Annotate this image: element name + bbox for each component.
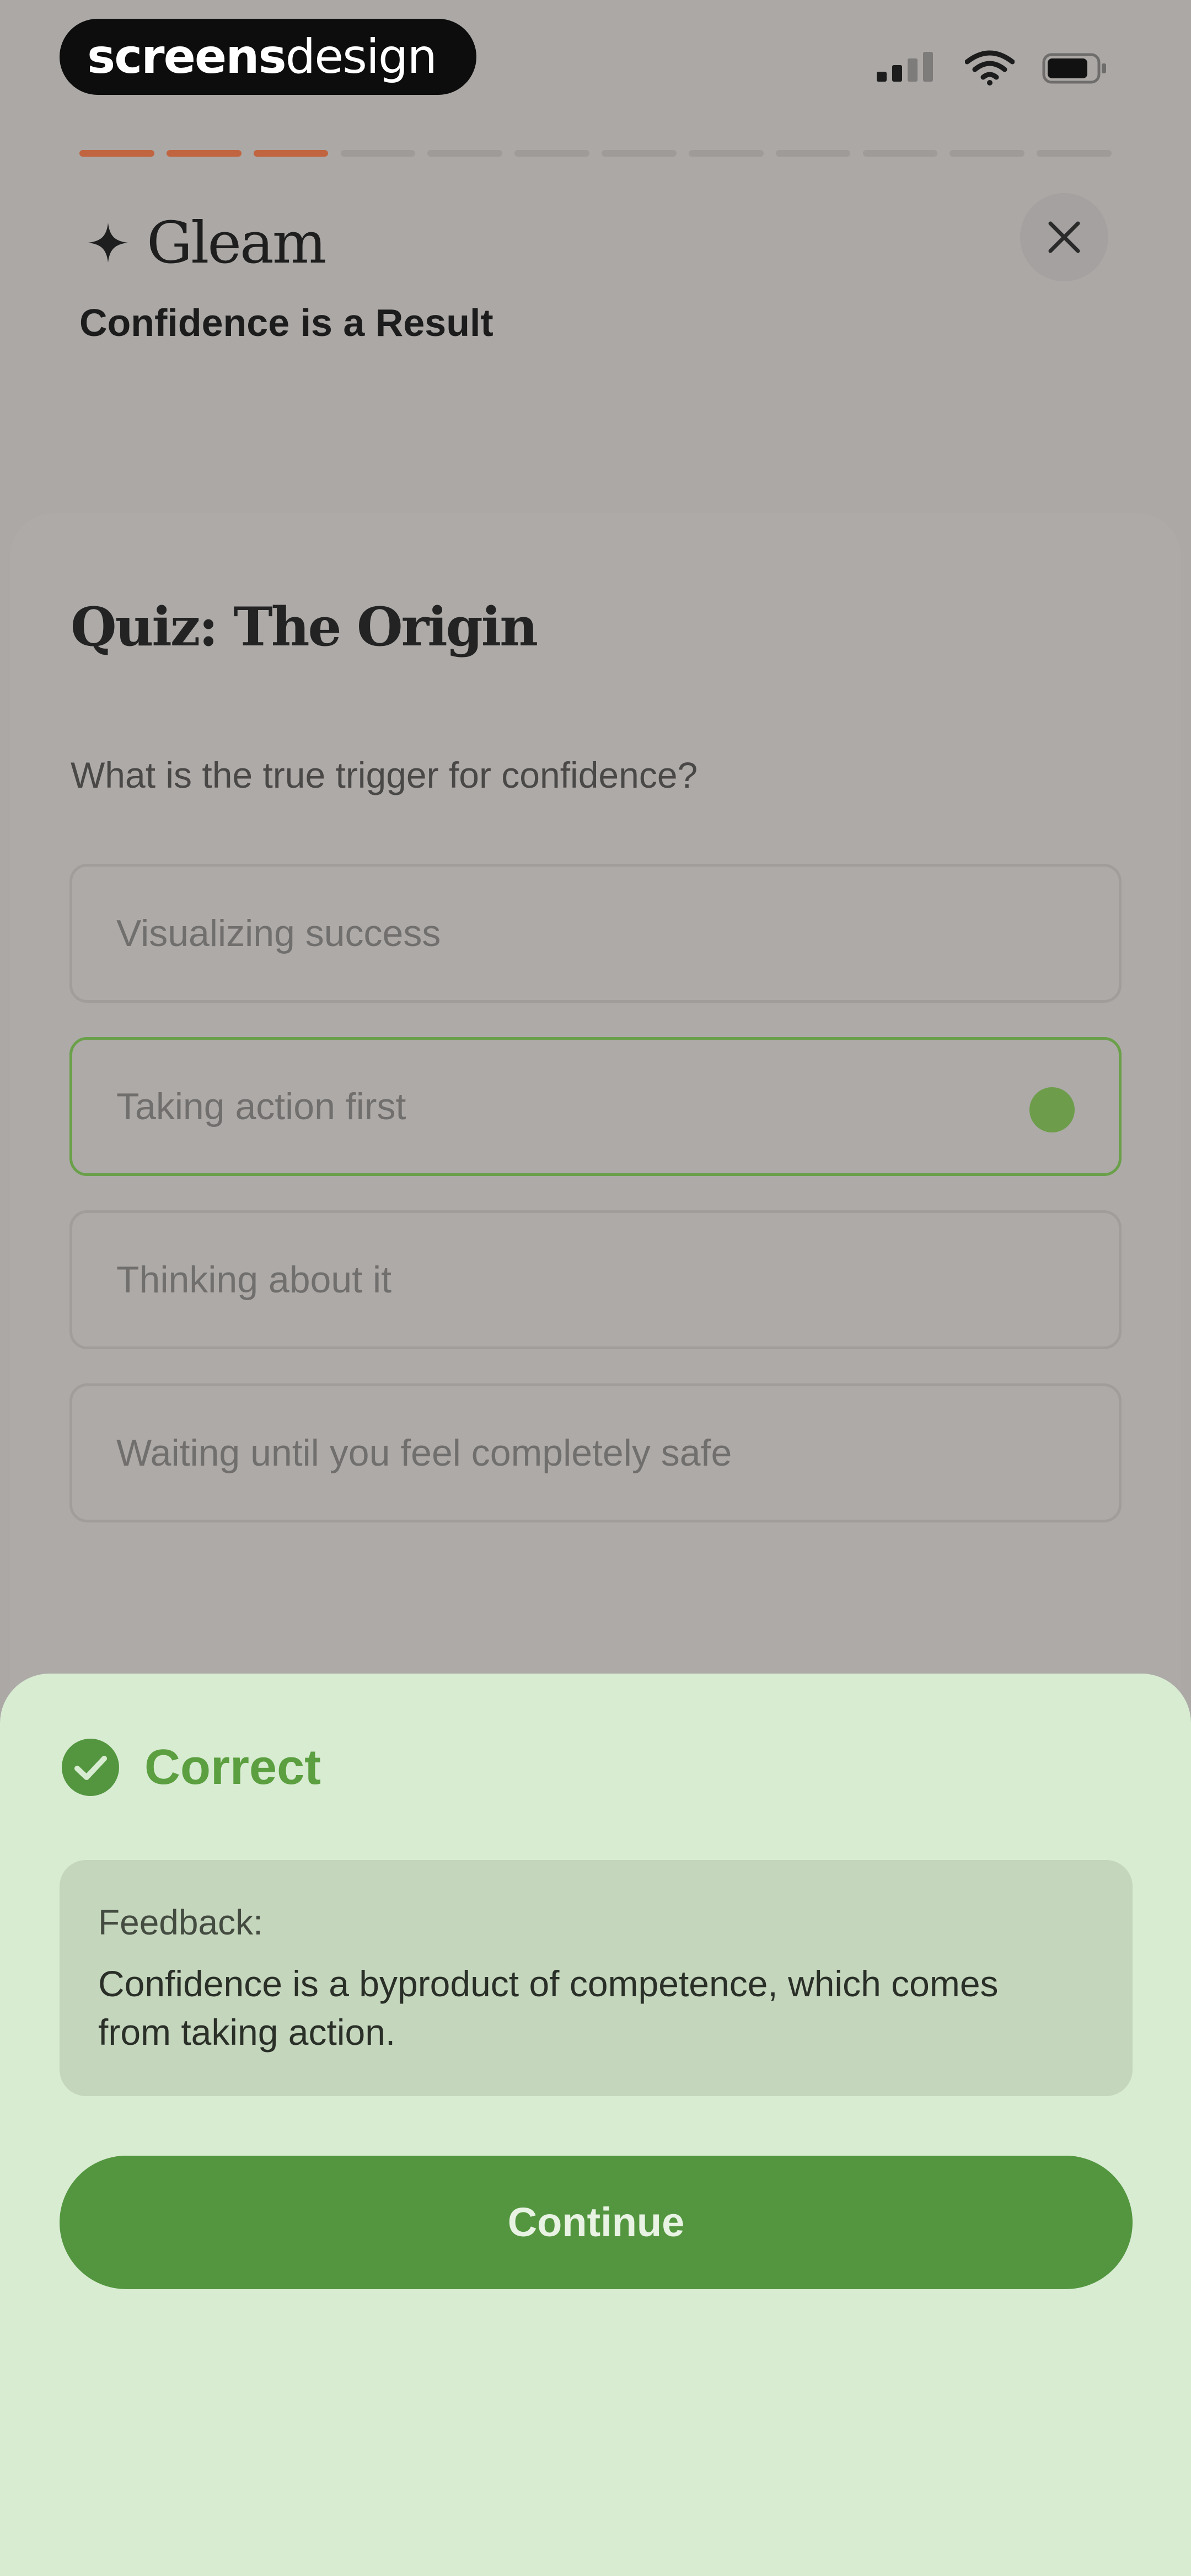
progress-segment [1037, 150, 1112, 157]
feedback-box: Feedback: Confidence is a byproduct of c… [60, 1860, 1133, 2096]
app-name: Gleam [147, 209, 327, 276]
progress-segment [688, 150, 764, 157]
progress-segment [79, 150, 154, 157]
quiz-title: Quiz: The Origin [71, 596, 538, 658]
status-bar: screensdesign [0, 0, 1191, 127]
lesson-progress [79, 150, 1112, 161]
progress-segment [427, 150, 503, 157]
quiz-screen: screensdesign Gleam Confidence is a Resu… [0, 0, 1191, 2576]
progress-segment [166, 150, 242, 157]
app-logo: Gleam [88, 204, 327, 281]
sparkle-icon [88, 223, 128, 263]
answer-label: Taking action first [116, 1086, 406, 1127]
progress-segment [775, 150, 851, 157]
brand-badge: screensdesign [60, 19, 476, 95]
selected-check-icon [1029, 1087, 1075, 1132]
progress-segment [340, 150, 416, 157]
battery-icon [1042, 53, 1106, 84]
quiz-question: What is the true trigger for confidence? [71, 755, 698, 795]
answer-option-1[interactable]: Visualizing success [69, 864, 1122, 1003]
answer-label: Visualizing success [116, 912, 441, 954]
answer-option-2[interactable]: Taking action first [69, 1037, 1122, 1176]
progress-segment [253, 150, 329, 157]
wifi-icon [965, 50, 1015, 85]
progress-segment [862, 150, 938, 157]
close-icon [1048, 221, 1080, 253]
brand-bold-text: screens [87, 29, 287, 84]
answer-label: Thinking about it [116, 1259, 391, 1301]
signal-icon [877, 49, 937, 87]
continue-button[interactable]: Continue [60, 2156, 1133, 2289]
brand-light-text: design [285, 29, 437, 84]
progress-segment [602, 150, 677, 157]
feedback-text: Confidence is a byproduct of competence,… [98, 1963, 999, 2053]
answer-option-4[interactable]: Waiting until you feel completely safe [69, 1383, 1122, 1522]
lesson-title: Confidence is a Result [79, 301, 493, 344]
close-button[interactable] [1020, 193, 1108, 281]
result-status: Correct [144, 1740, 321, 1795]
progress-segment [949, 150, 1025, 157]
check-circle-icon [62, 1739, 119, 1796]
result-sheet [0, 1674, 1191, 2576]
system-icons [877, 49, 1108, 87]
answer-label: Waiting until you feel completely safe [116, 1432, 732, 1474]
feedback-label: Feedback: [98, 1902, 263, 1942]
progress-segment [514, 150, 589, 157]
answer-option-3[interactable]: Thinking about it [69, 1210, 1122, 1349]
